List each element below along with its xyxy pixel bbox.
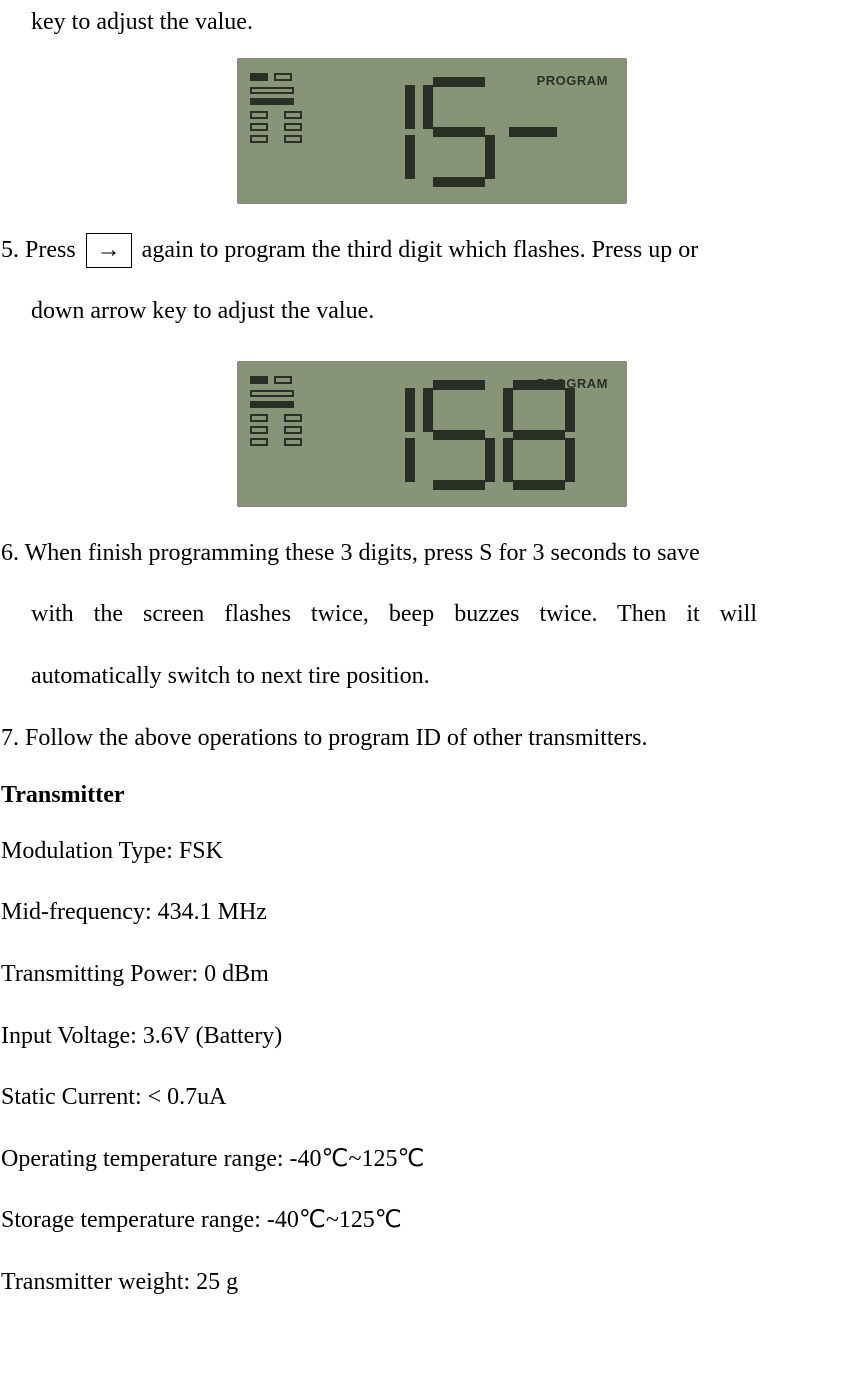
spec-op-temp: Operating temperature range: -40℃~125℃ — [1, 1131, 863, 1189]
lcd-digits — [343, 77, 563, 187]
step5-post: again to program the third digit which f… — [142, 237, 699, 263]
lcd-digits — [343, 380, 575, 490]
step-5: 5. Press → again to program the third di… — [1, 222, 863, 280]
lcd-display-1: PROGRAM — [237, 58, 627, 204]
spec-modulation: Modulation Type: FSK — [1, 823, 863, 881]
spec-weight: Transmitter weight: 25 g — [1, 1254, 863, 1312]
spec-current: Static Current: < 0.7uA — [1, 1069, 863, 1127]
digit-dash — [503, 77, 563, 187]
step5-pre: 5. Press — [1, 237, 76, 263]
step-7: 7. Follow the above operations to progra… — [1, 710, 863, 768]
spec-voltage: Input Voltage: 3.6V (Battery) — [1, 1008, 863, 1066]
arrow-right-button: → — [86, 233, 132, 269]
spec-storage-temp: Storage temperature range: -40℃~125℃ — [1, 1192, 863, 1250]
lcd-left-diagram — [250, 73, 320, 143]
spec-power: Transmitting Power: 0 dBm — [1, 946, 863, 1004]
digit-5 — [423, 380, 495, 490]
step5-line2: down arrow key to adjust the value. — [1, 283, 863, 341]
digit-1 — [343, 380, 415, 490]
step-6-line1: 6. When finish programming these 3 digit… — [1, 525, 863, 583]
spec-midfreq: Mid-frequency: 434.1 MHz — [1, 884, 863, 942]
fragment-top-line: key to adjust the value. — [1, 0, 863, 46]
step-6-line3: automatically switch to next tire positi… — [1, 648, 863, 706]
digit-1 — [343, 77, 415, 187]
lcd-left-diagram — [250, 376, 320, 446]
digit-8 — [503, 380, 575, 490]
transmitter-title: Transmitter — [1, 773, 863, 819]
lcd-display-2: PROGRAM — [237, 361, 627, 507]
digit-5 — [423, 77, 495, 187]
step-6-line2: with the screen flashes twice, beep buzz… — [1, 586, 863, 644]
